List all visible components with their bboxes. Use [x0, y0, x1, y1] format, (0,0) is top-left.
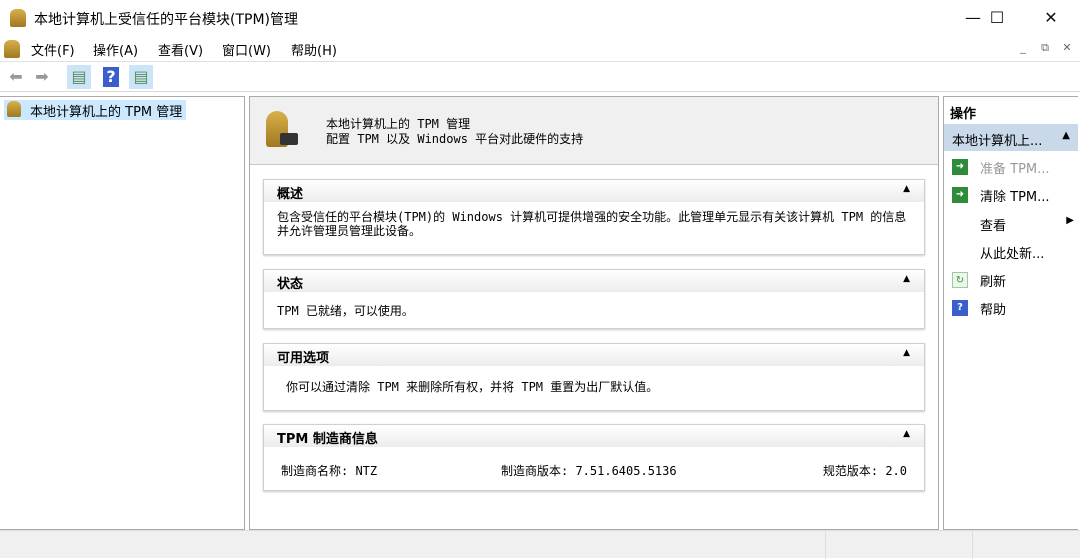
- section-manufacturer-header[interactable]: TPM 制造商信息 ▲: [264, 425, 924, 447]
- menu-window[interactable]: 窗口(W): [222, 40, 271, 59]
- mdi-close-button[interactable]: ✕: [1058, 41, 1076, 59]
- app-menu-icon[interactable]: [4, 40, 20, 58]
- content-pane: 本地计算机上的 TPM 管理 配置 TPM 以及 Windows 平台对此硬件的…: [249, 96, 939, 530]
- tree-item-label: 本地计算机上的 TPM 管理: [30, 105, 183, 120]
- section-overview-header[interactable]: 概述 ▲: [264, 180, 924, 202]
- chip-icon: [280, 133, 298, 145]
- refresh-icon: ↻: [952, 272, 968, 288]
- section-overview: 概述 ▲ 包含受信任的平台模块(TPM)的 Windows 计算机可提供增强的安全…: [263, 179, 925, 255]
- spec-version: 规范版本: 2.0: [822, 464, 907, 478]
- maximize-button[interactable]: ☐: [974, 0, 1020, 36]
- help-icon: ?: [952, 300, 968, 316]
- mdi-minimize-button[interactable]: _: [1014, 41, 1032, 59]
- action-view[interactable]: 查看 ▶: [952, 214, 1076, 236]
- status-divider: [972, 531, 973, 559]
- action-clear-tpm[interactable]: ➜ 清除 TPM...: [952, 185, 1076, 207]
- section-title: 概述: [277, 187, 304, 202]
- section-manufacturer-info: TPM 制造商信息 ▲ 制造商名称: NTZ 制造商版本: 7.51.6405.5…: [263, 424, 925, 491]
- collapse-icon[interactable]: ▲: [903, 274, 910, 284]
- header-title: 本地计算机上的 TPM 管理: [326, 117, 471, 131]
- title-bar: 本地计算机上受信任的平台模块(TPM)管理 — ☐ ✕: [0, 0, 1080, 36]
- toolbar: ⬅ ➡ ▤ ? ▤: [0, 62, 1080, 92]
- tree-pane: 本地计算机上的 TPM 管理: [0, 96, 245, 530]
- show-hide-tree-icon[interactable]: ▤: [67, 65, 91, 89]
- mdi-restore-button[interactable]: ⧉: [1036, 41, 1054, 59]
- section-status-header[interactable]: 状态 ▲: [264, 270, 924, 292]
- help-icon[interactable]: ?: [103, 67, 119, 87]
- tree-item-tpm-management[interactable]: 本地计算机上的 TPM 管理: [4, 100, 187, 120]
- section-available-options: 可用选项 ▲ 你可以通过清除 TPM 来删除所有权，并将 TPM 重置为出厂默认值…: [263, 343, 925, 411]
- action-help[interactable]: ? 帮助: [952, 298, 1076, 320]
- manufacturer-version: 制造商版本: 7.51.6405.5136: [501, 464, 677, 478]
- action-refresh[interactable]: ↻ 刷新: [952, 270, 1076, 292]
- menu-action[interactable]: 操作(A): [93, 40, 138, 59]
- action-prepare-tpm[interactable]: ➜ 准备 TPM...: [952, 157, 1076, 179]
- section-title: TPM 制造商信息: [277, 432, 378, 447]
- actions-group-label: 本地计算机上...: [952, 134, 1043, 149]
- green-arrow-icon: ➜: [952, 159, 968, 175]
- actions-group-header[interactable]: 本地计算机上... ▲: [944, 124, 1078, 151]
- tpm-app-icon: [10, 9, 26, 27]
- window-title: 本地计算机上受信任的平台模块(TPM)管理: [34, 12, 298, 28]
- content-header: 本地计算机上的 TPM 管理 配置 TPM 以及 Windows 平台对此硬件的…: [250, 97, 938, 165]
- collapse-icon[interactable]: ▲: [903, 184, 910, 194]
- collapse-icon[interactable]: ▲: [903, 348, 910, 358]
- tpm-key-icon: [7, 101, 21, 117]
- section-title: 可用选项: [277, 351, 330, 366]
- section-status: 状态 ▲ TPM 已就绪，可以使用。: [263, 269, 925, 329]
- menu-bar: 文件(F) 操作(A) 查看(V) 窗口(W) 帮助(H) _ ⧉ ✕: [0, 36, 1080, 62]
- section-title: 状态: [277, 277, 304, 292]
- header-subtitle: 配置 TPM 以及 Windows 平台对此硬件的支持: [326, 132, 584, 146]
- collapse-icon[interactable]: ▲: [903, 429, 910, 439]
- back-icon[interactable]: ⬅: [4, 65, 28, 89]
- options-text: 你可以通过清除 TPM 来删除所有权，并将 TPM 重置为出厂默认值。: [286, 380, 659, 394]
- status-bar: [0, 530, 1080, 559]
- menu-view[interactable]: 查看(V): [158, 40, 203, 59]
- status-text: TPM 已就绪，可以使用。: [277, 304, 414, 318]
- section-options-header[interactable]: 可用选项 ▲: [264, 344, 924, 366]
- menu-file[interactable]: 文件(F): [31, 40, 75, 59]
- collapse-icon[interactable]: ▲: [1062, 130, 1070, 141]
- submenu-arrow-icon: ▶: [1066, 215, 1074, 226]
- action-new-window[interactable]: 从此处新...: [952, 242, 1076, 264]
- actions-pane: 操作 本地计算机上... ▲ ➜ 准备 TPM... ➜ 清除 TPM... 查看 ▶ …: [943, 96, 1078, 530]
- close-button[interactable]: ✕: [1028, 0, 1074, 36]
- overview-text: 包含受信任的平台模块(TPM)的 Windows 计算机可提供增强的安全功能。此…: [277, 210, 907, 238]
- status-divider: [825, 531, 826, 559]
- show-hide-action-pane-icon[interactable]: ▤: [129, 65, 153, 89]
- actions-header: 操作: [950, 107, 977, 122]
- menu-help[interactable]: 帮助(H): [291, 40, 337, 59]
- forward-icon[interactable]: ➡: [30, 65, 54, 89]
- manufacturer-name: 制造商名称: NTZ: [281, 464, 378, 478]
- green-arrow-icon: ➜: [952, 187, 968, 203]
